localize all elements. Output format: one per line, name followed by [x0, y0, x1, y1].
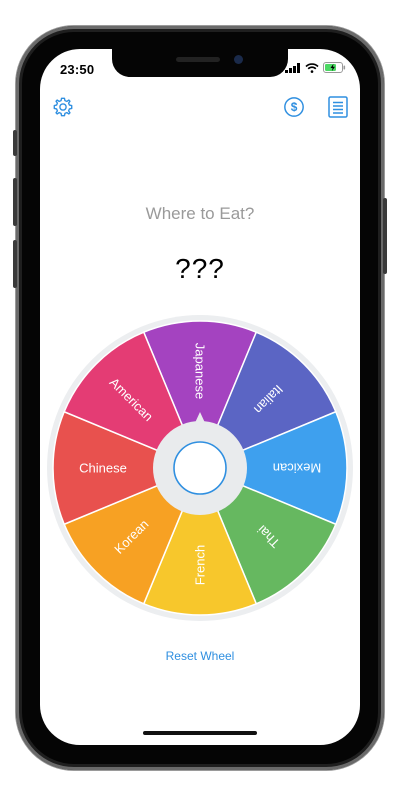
wheel-label-japanese: Japanese	[193, 343, 208, 399]
settings-button[interactable]	[51, 95, 75, 119]
reset-wheel-button[interactable]: Reset Wheel	[40, 649, 360, 663]
status-indicators	[285, 62, 346, 73]
front-camera	[234, 55, 243, 64]
gear-icon	[53, 97, 73, 117]
notch	[112, 49, 288, 77]
wifi-icon	[305, 62, 319, 73]
home-indicator	[143, 731, 257, 735]
volume-down-button	[13, 240, 17, 288]
svg-text:$: $	[291, 100, 298, 114]
status-time: 23:50	[60, 62, 95, 77]
wheel-label-mexican: Mexican	[273, 461, 321, 476]
power-button	[383, 198, 387, 274]
wheel-graphic[interactable]: JapaneseItalianMexicanThaiFrenchKoreanCh…	[47, 315, 353, 621]
spin-button[interactable]	[173, 441, 227, 495]
signal-icon	[285, 62, 300, 73]
page-title: Where to Eat?	[145, 204, 255, 223]
wheel-label-french: French	[193, 545, 208, 585]
donate-button[interactable]: $	[282, 95, 306, 119]
speaker-grille	[176, 57, 220, 62]
spin-wheel[interactable]: Japanese Italian Mexican Thai French Korean Ch…	[47, 315, 353, 621]
wheel-label-chinese: Chinese	[79, 461, 127, 476]
list-button[interactable]	[326, 95, 350, 119]
result-label: ???	[175, 253, 225, 284]
dollar-circle-icon: $	[284, 97, 304, 117]
app-screen: 23:50 $ Where to Eat? ??? Japanese Itali…	[40, 49, 360, 745]
list-icon	[328, 96, 348, 118]
battery-icon	[323, 62, 346, 73]
silent-switch	[13, 130, 17, 156]
volume-up-button	[13, 178, 17, 226]
